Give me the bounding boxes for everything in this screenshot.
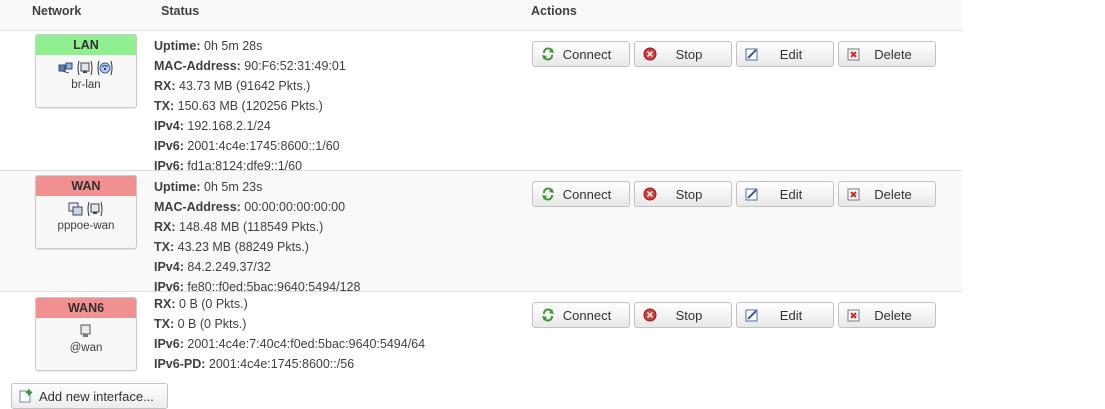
- status-line: MAC-Address: 00:00:00:00:00:00: [154, 200, 346, 214]
- status-line: IPv6: 2001:4c4e:7:40c4:f0ed:5bac:9640:54…: [154, 337, 426, 351]
- connect-button[interactable]: Connect: [532, 41, 630, 67]
- add-interface-button[interactable]: Add new interface...: [11, 383, 168, 409]
- status-line: IPv6-PD: 2001:4c4e:1745:8600::/56: [154, 357, 355, 371]
- delete-button[interactable]: Delete: [838, 181, 936, 207]
- delete-button[interactable]: Delete: [838, 41, 936, 67]
- header-network: Network: [32, 4, 82, 18]
- status-line: IPv4: 192.168.2.1/24: [154, 119, 271, 133]
- interface-status-wan6: RX: 0 B (0 Pkts.) TX: 0 B (0 Pkts.) IPv6…: [154, 294, 425, 374]
- delete-icon: [847, 47, 861, 61]
- stop-button[interactable]: Stop: [634, 181, 732, 207]
- header-status: Status: [161, 4, 200, 18]
- interface-name: WAN: [36, 176, 136, 196]
- edit-icon: [745, 47, 759, 61]
- status-line: IPv4: 84.2.249.37/32: [154, 260, 271, 274]
- tunnel-icon: [68, 202, 84, 219]
- refresh-icon: [541, 47, 555, 61]
- status-line: RX: 43.73 MB (91642 Pkts.): [154, 79, 311, 93]
- interface-actions-wan6: Connect Stop Edit Delete: [532, 302, 936, 328]
- add-icon: [19, 389, 33, 403]
- interface-status-wan: Uptime: 0h 5m 23s MAC-Address: 00:00:00:…: [154, 177, 360, 297]
- interface-badge-lan: LAN br-lan: [35, 34, 137, 108]
- edit-icon: [745, 308, 759, 322]
- interface-icons: [36, 322, 136, 342]
- delete-icon: [847, 187, 861, 201]
- wifi-icon: [96, 60, 114, 79]
- stop-icon: [643, 187, 657, 201]
- interface-row-wan6: WAN6 @wan RX: 0 B (0 Pkts.) TX: 0 B (0 P…: [0, 292, 962, 374]
- delete-button[interactable]: Delete: [838, 302, 936, 328]
- interface-device: pppoe-wan: [57, 220, 115, 232]
- interface-actions-wan: Connect Stop Edit Delete: [532, 181, 936, 207]
- status-line: RX: 0 B (0 Pkts.): [154, 297, 248, 311]
- status-line: TX: 150.63 MB (120256 Pkts.): [154, 99, 323, 113]
- stop-icon: [643, 47, 657, 61]
- add-interface-label: Add new interface...: [39, 388, 154, 404]
- edit-button[interactable]: Edit: [736, 302, 834, 328]
- interfaces-table: Network Status Actions LAN br-lan Uptime…: [0, 0, 962, 374]
- edit-button[interactable]: Edit: [736, 41, 834, 67]
- interface-status-lan: Uptime: 0h 5m 28s MAC-Address: 90:F6:52:…: [154, 36, 346, 176]
- edit-button[interactable]: Edit: [736, 181, 834, 207]
- refresh-icon: [541, 308, 555, 322]
- interface-badge-wan6: WAN6 @wan: [35, 297, 137, 371]
- ethernet-port-icon: [86, 201, 104, 220]
- status-line: TX: 0 B (0 Pkts.): [154, 317, 247, 331]
- interface-device: @wan: [69, 342, 103, 354]
- status-line: IPv6: 2001:4c4e:1745:8600::1/60: [154, 139, 340, 153]
- stop-button[interactable]: Stop: [634, 302, 732, 328]
- interface-badge-wan: WAN pppoe-wan: [35, 175, 137, 249]
- status-line: RX: 148.48 MB (118549 Pkts.): [154, 220, 324, 234]
- refresh-icon: [541, 187, 555, 201]
- header-actions: Actions: [531, 4, 577, 18]
- table-header: Network Status Actions: [0, 0, 962, 31]
- interface-device: br-lan: [71, 79, 101, 91]
- delete-icon: [847, 308, 861, 322]
- stop-icon: [643, 308, 657, 322]
- connect-button[interactable]: Connect: [532, 302, 630, 328]
- interface-name: LAN: [36, 35, 136, 55]
- alias-icon: [79, 323, 93, 342]
- ethernet-port-icon: [76, 60, 94, 79]
- status-line: TX: 43.23 MB (88249 Pkts.): [154, 240, 309, 254]
- bridge-icon: [58, 61, 74, 78]
- status-line: Uptime: 0h 5m 28s: [154, 39, 263, 53]
- status-line: Uptime: 0h 5m 23s: [154, 180, 263, 194]
- interface-row-wan: WAN pppoe-wan Uptime: 0h 5m 23s MAC-Addr…: [0, 171, 962, 294]
- interface-name: WAN6: [36, 298, 136, 318]
- interface-icons: [36, 59, 136, 79]
- connect-button[interactable]: Connect: [532, 181, 630, 207]
- interface-row-lan: LAN br-lan Uptime: 0h 5m 28s MAC-Address…: [0, 31, 962, 173]
- edit-icon: [745, 187, 759, 201]
- interface-actions-lan: Connect Stop Edit Delete: [532, 41, 936, 67]
- stop-button[interactable]: Stop: [634, 41, 732, 67]
- interface-icons: [36, 200, 136, 220]
- status-line: MAC-Address: 90:F6:52:31:49:01: [154, 59, 346, 73]
